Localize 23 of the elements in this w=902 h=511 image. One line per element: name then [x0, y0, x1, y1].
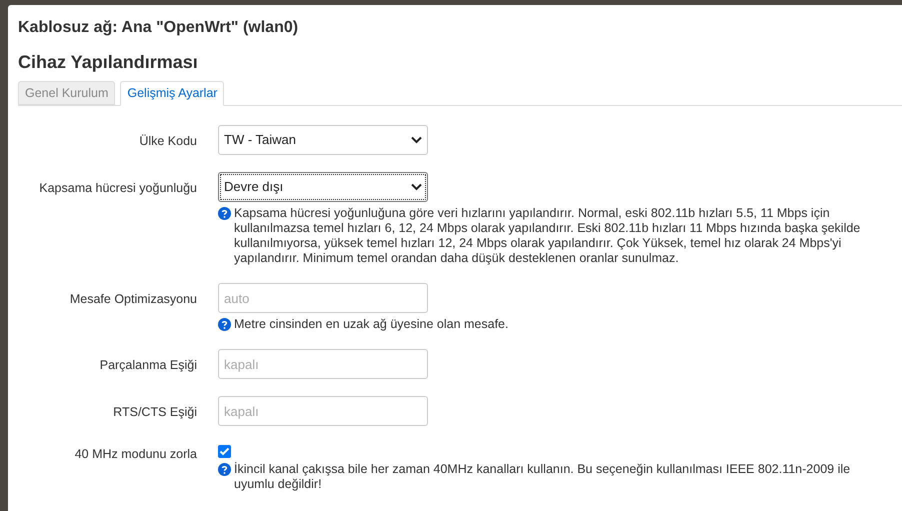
- section-title: Cihaz Yapılandırması: [18, 51, 199, 73]
- checkbox[interactable]: [218, 445, 231, 458]
- tab[interactable]: Gelişmiş Ayarlar: [120, 81, 224, 106]
- dropdown[interactable]: Devre dışı: [218, 172, 428, 202]
- dialog-title: Kablosuz ağ: Ana "OpenWrt" (wlan0): [18, 18, 300, 38]
- dropdown[interactable]: TW - Taiwan: [218, 125, 428, 155]
- chevron-down-icon: [411, 136, 422, 144]
- help-text: Kapsama hücresi yoğunluğuna göre veri hızlarını yapılandırır. Normal, eski 802.11b hızları 5.5, 11 Mbps için kullanılmazsa temel hızları 6, 12, 24 Mbps olarak yapılandırır. Eski 802.11b hızları 11 Mbps hızında başka şekilde kullanılmıyorsa, yüksek temel hızları 12, 24 Mbps olarak yapılandırır. Çok Yüksek, temel hız olarak 24 Mbps'yi yapılandırır. Minimum temel orandan daha düşük desteklenen oranlar sunulmaz.: [234, 206, 862, 266]
- chevron-down-icon: [411, 183, 422, 191]
- field-label: Kapsama hücresi yoğunluğu: [39, 181, 197, 195]
- field-label: RTS/CTS Eşiği: [113, 405, 197, 419]
- field-label: Ülke Kodu: [139, 134, 197, 148]
- field-label: Mesafe Optimizasyonu: [70, 292, 197, 306]
- input-field[interactable]: auto: [218, 283, 428, 313]
- field-label: Parçalanma Eşiği: [100, 358, 197, 372]
- help-icon: [218, 318, 231, 331]
- input-field[interactable]: kapalı: [218, 396, 428, 426]
- help-text: İkincil kanal çakışsa bile her zaman 40MHz kanalları kullanın. Bu seçeneğin kullanılması IEEE 802.11n-2009 ile uyumlu değildir!: [234, 462, 852, 492]
- help-icon: [218, 207, 231, 220]
- help-icon: [218, 463, 231, 476]
- field-label: 40 MHz modunu zorla: [74, 447, 197, 461]
- input-field[interactable]: kapalı: [218, 349, 428, 379]
- help-text: Metre cinsinden en uzak ağ üyesine olan mesafe.: [234, 317, 508, 332]
